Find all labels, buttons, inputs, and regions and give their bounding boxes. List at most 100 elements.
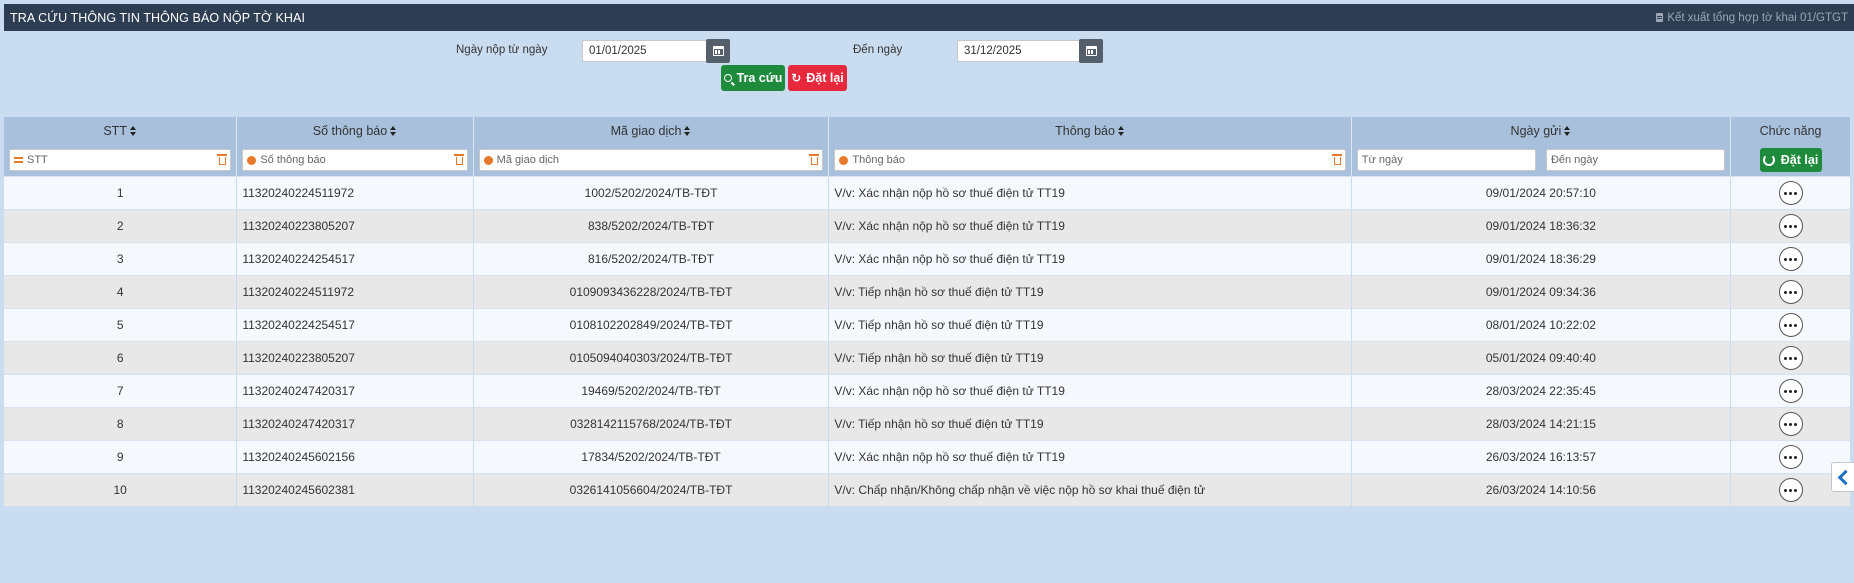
- more-options-button[interactable]: [1778, 379, 1803, 403]
- cell-stt: 10: [4, 473, 237, 506]
- filter-so-thong-bao-input[interactable]: [260, 154, 452, 166]
- more-options-button[interactable]: [1778, 445, 1803, 469]
- filter-tu-ngay: [1356, 149, 1536, 171]
- trash-icon[interactable]: [217, 154, 228, 165]
- table-row[interactable]: 1 11320240224511972 1002/5202/2024/TB-TĐT V…: [4, 176, 1850, 210]
- cell-ma-giao-dich: 838/5202/2024/TB-TĐT: [472, 209, 829, 243]
- cell-thong-bao: V/v: Tiếp nhận hồ sơ thuế điện tử TT19: [828, 275, 1352, 309]
- column-header-stt[interactable]: STT: [4, 117, 237, 144]
- cell-thong-bao: V/v: Chấp nhận/Không chấp nhận về việc n…: [828, 473, 1352, 506]
- more-options-button[interactable]: [1778, 478, 1803, 502]
- trash-icon[interactable]: [453, 154, 464, 165]
- equals-operator-icon[interactable]: [14, 157, 23, 159]
- calendar-icon: [712, 46, 724, 56]
- more-options-button[interactable]: [1778, 412, 1803, 436]
- cell-thong-bao: V/v: Tiếp nhận hồ sơ thuế điện tử TT19: [828, 407, 1352, 441]
- more-options-button[interactable]: [1778, 280, 1803, 304]
- cell-stt: 6: [4, 341, 237, 375]
- filter-stt-input[interactable]: [27, 154, 216, 166]
- contains-operator-icon[interactable]: [247, 155, 257, 165]
- search-icon: [723, 74, 732, 82]
- reset-button-label: Đặt lại: [806, 71, 844, 85]
- cell-so-thong-bao: 11320240224254517: [236, 242, 474, 276]
- cell-actions: [1730, 308, 1850, 342]
- document-icon: [1656, 13, 1664, 22]
- cell-stt: 1: [4, 176, 237, 210]
- cell-stt: 9: [4, 440, 237, 474]
- cell-thong-bao: V/v: Tiếp nhận hồ sơ thuế điện tử TT19: [828, 308, 1352, 342]
- to-date-label: Đến ngày: [853, 44, 903, 56]
- table-row[interactable]: 3 11320240224254517 816/5202/2024/TB-TĐT V/…: [4, 242, 1850, 276]
- cell-stt: 4: [4, 275, 237, 309]
- column-header-so-thong-bao[interactable]: Số thông báo: [236, 117, 474, 144]
- cell-so-thong-bao: 11320240245602381: [236, 473, 474, 506]
- cell-so-thong-bao: 11320240224254517: [236, 308, 474, 342]
- export-summary-link[interactable]: Kết xuất tổng hợp tờ khai 01/GTGT: [1656, 12, 1848, 24]
- column-header-ma-giao-dich[interactable]: Mã giao dịch: [472, 117, 829, 144]
- more-options-button[interactable]: [1778, 346, 1803, 370]
- column-header-thong-bao[interactable]: Thông báo: [828, 117, 1352, 144]
- contains-operator-icon[interactable]: [483, 155, 493, 165]
- from-date-input[interactable]: [582, 40, 708, 62]
- cell-thong-bao: V/v: Xác nhận nộp hồ sơ thuế điện tử TT1…: [828, 176, 1352, 210]
- contains-operator-icon[interactable]: [839, 155, 849, 165]
- export-summary-label: Kết xuất tổng hợp tờ khai 01/GTGT: [1667, 11, 1848, 24]
- cell-ma-giao-dich: 0328142115768/2024/TB-TĐT: [472, 407, 829, 441]
- cell-ngay-gui: 08/01/2024 10:22:02: [1350, 308, 1731, 342]
- table-row[interactable]: 5 11320240224254517 0108102202849/2024/TB-…: [4, 308, 1850, 342]
- cell-ngay-gui: 09/01/2024 18:36:29: [1350, 242, 1731, 276]
- cell-ngay-gui: 28/03/2024 14:21:15: [1350, 407, 1731, 441]
- cell-ngay-gui: 28/03/2024 22:35:45: [1350, 374, 1731, 408]
- table-row[interactable]: 9 11320240245602156 17834/5202/2024/TB-TĐT…: [4, 440, 1850, 474]
- cell-ma-giao-dich: 0326141056604/2024/TB-TĐT: [472, 473, 829, 506]
- to-date-calendar-button[interactable]: [1079, 39, 1103, 63]
- table-row[interactable]: 8 11320240247420317 0328142115768/2024/TB-…: [4, 407, 1850, 441]
- filter-den-ngay: [1545, 149, 1726, 171]
- to-date-input[interactable]: [957, 40, 1081, 62]
- filter-stt: [9, 149, 232, 171]
- cell-stt: 2: [4, 209, 237, 243]
- more-options-button[interactable]: [1778, 181, 1803, 205]
- table-row[interactable]: 4 11320240224511972 0109093436228/2024/TB-…: [4, 275, 1850, 309]
- search-panel: Ngày nộp từ ngày Đến ngày Tra cứu ↻ Đặt …: [4, 31, 1854, 117]
- trash-icon[interactable]: [809, 154, 820, 165]
- more-options-button[interactable]: [1778, 313, 1803, 337]
- cell-actions: [1730, 374, 1850, 408]
- filter-reset-label: Đặt lại: [1780, 153, 1819, 167]
- more-options-button[interactable]: [1778, 214, 1803, 238]
- sort-icon: [1117, 126, 1125, 137]
- sort-icon: [1564, 126, 1571, 137]
- chevron-left-icon[interactable]: [1831, 462, 1854, 492]
- cell-thong-bao: V/v: Xác nhận nộp hồ sơ thuế điện tử TT1…: [828, 242, 1352, 276]
- from-date-calendar-button[interactable]: [706, 39, 730, 63]
- filter-den-ngay-input[interactable]: [1550, 154, 1721, 166]
- table-row[interactable]: 2 11320240223805207 838/5202/2024/TB-TĐT V/…: [4, 209, 1850, 243]
- cell-so-thong-bao: 11320240224511972: [236, 275, 474, 309]
- table-row[interactable]: 6 11320240223805207 0105094040303/2024/TB-…: [4, 341, 1850, 375]
- cell-actions: [1730, 242, 1850, 276]
- more-options-button[interactable]: [1778, 247, 1803, 271]
- cell-stt: 7: [4, 374, 237, 408]
- cell-so-thong-bao: 11320240247420317: [236, 374, 474, 408]
- filter-reset-button[interactable]: Đặt lại: [1759, 148, 1822, 172]
- cell-so-thong-bao: 11320240224511972: [236, 176, 474, 210]
- filter-tu-ngay-input[interactable]: [1361, 154, 1531, 166]
- cell-stt: 3: [4, 242, 237, 276]
- cell-stt: 8: [4, 407, 237, 441]
- search-button[interactable]: Tra cứu: [721, 65, 785, 91]
- cell-stt: 5: [4, 308, 237, 342]
- reset-button[interactable]: ↻ Đặt lại: [788, 65, 847, 91]
- trash-icon[interactable]: [1331, 154, 1342, 165]
- table-row[interactable]: 7 11320240247420317 19469/5202/2024/TB-TĐT…: [4, 374, 1850, 408]
- column-header-ngay-gui[interactable]: Ngày gửi: [1350, 117, 1731, 144]
- cell-ngay-gui: 09/01/2024 09:34:36: [1350, 275, 1731, 309]
- cell-actions: [1730, 209, 1850, 243]
- cell-so-thong-bao: 11320240223805207: [236, 341, 474, 375]
- column-header-chuc-nang: Chức năng: [1730, 117, 1850, 144]
- filter-ma-giao-dich-input[interactable]: [496, 154, 808, 166]
- cell-actions: [1730, 407, 1850, 441]
- filter-thong-bao-input[interactable]: [852, 154, 1330, 166]
- cell-ma-giao-dich: 17834/5202/2024/TB-TĐT: [472, 440, 829, 474]
- table-row[interactable]: 10 11320240245602381 0326141056604/2024/TB…: [4, 473, 1850, 506]
- search-button-label: Tra cứu: [736, 71, 783, 85]
